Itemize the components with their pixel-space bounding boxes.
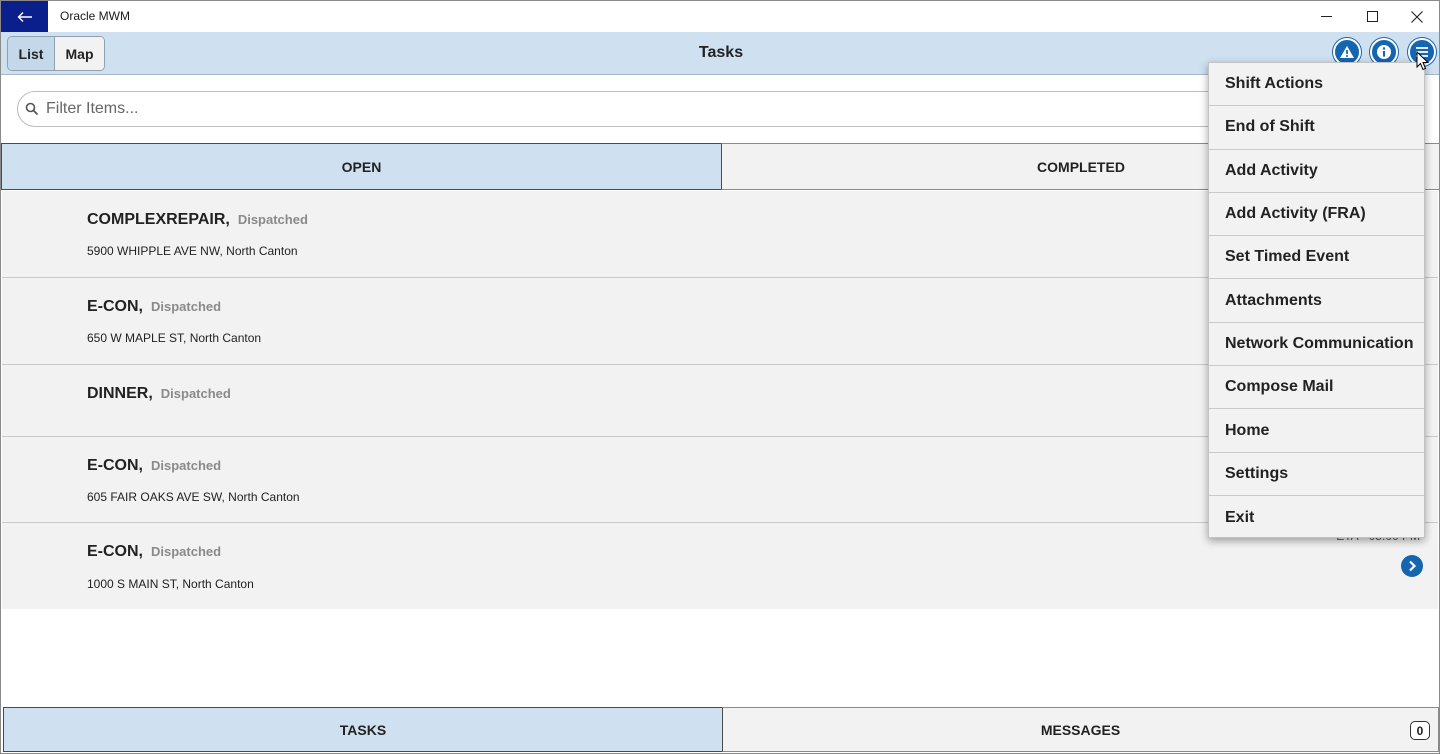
app-window: Oracle MWM List Map Tasks Filter Items..… [0, 0, 1440, 754]
title-bar: Oracle MWM [1, 1, 1439, 32]
task-name: E-CON, [87, 543, 143, 560]
menu-item-attachments[interactable]: Attachments [1209, 279, 1424, 323]
menu-item-add-activity[interactable]: Add Activity [1209, 150, 1424, 193]
task-details-button[interactable] [1401, 555, 1423, 577]
close-button[interactable] [1394, 1, 1439, 32]
chevron-right-icon [1409, 560, 1417, 572]
task-name: DINNER, [87, 385, 153, 402]
maximize-icon [1366, 11, 1378, 22]
warning-icon [1340, 46, 1354, 58]
messages-label: MESSAGES [1040, 721, 1121, 738]
task-name: E-CON, [87, 298, 143, 315]
arrow-left-icon [17, 11, 32, 22]
minimize-button[interactable] [1303, 1, 1349, 32]
task-status: Dispatched [151, 544, 222, 559]
menu-item-exit[interactable]: Exit [1209, 496, 1424, 539]
task-title: DINNER, Dispatched [87, 385, 231, 403]
task-address: 5900 WHIPPLE AVE NW, North Canton [87, 244, 298, 258]
menu-item-settings[interactable]: Settings [1209, 453, 1424, 496]
minimize-icon [1320, 16, 1332, 17]
tab-open[interactable]: OPEN [1, 143, 722, 190]
task-status: Dispatched [151, 458, 222, 473]
actions-menu: Shift Actions End of Shift Add Activity … [1208, 62, 1425, 538]
bottom-tab-tasks[interactable]: TASKS [3, 707, 723, 752]
back-button[interactable] [1, 1, 48, 32]
menu-item-end-of-shift[interactable]: End of Shift [1209, 106, 1424, 150]
task-title: E-CON, Dispatched [87, 457, 221, 475]
menu-item-set-timed-event[interactable]: Set Timed Event [1209, 236, 1424, 280]
bottom-tab-messages[interactable]: MESSAGES 0 [722, 707, 1439, 752]
task-title: E-CON, Dispatched [87, 543, 221, 561]
task-address: 1000 S MAIN ST, North Canton [87, 577, 254, 591]
filter-input[interactable] [46, 92, 1346, 126]
message-count-badge: 0 [1410, 721, 1430, 740]
menu-item-add-activity-fra[interactable]: Add Activity (FRA) [1209, 193, 1424, 237]
task-status: Dispatched [151, 299, 222, 314]
task-name: E-CON, [87, 457, 143, 474]
menu-item-shift-actions[interactable]: Shift Actions [1209, 63, 1424, 107]
filter-bar [17, 91, 1397, 127]
maximize-button[interactable] [1349, 1, 1395, 32]
menu-item-network-communication[interactable]: Network Communication [1209, 323, 1424, 367]
task-name: COMPLEXREPAIR, [87, 211, 230, 228]
close-icon [1411, 10, 1423, 23]
window-title: Oracle MWM [60, 9, 130, 23]
info-icon [1377, 45, 1391, 59]
menu-item-compose-mail[interactable]: Compose Mail [1209, 366, 1424, 410]
task-title: COMPLEXREPAIR, Dispatched [87, 211, 308, 229]
mouse-cursor-icon [1416, 51, 1430, 71]
task-status: Dispatched [160, 386, 231, 401]
menu-item-home[interactable]: Home [1209, 409, 1424, 453]
search-icon [25, 102, 39, 116]
task-title: E-CON, Dispatched [87, 298, 221, 316]
task-status: Dispatched [237, 212, 308, 227]
task-address: 605 FAIR OAKS AVE SW, North Canton [87, 490, 300, 504]
page-title: Tasks [698, 44, 744, 61]
task-address: 650 W MAPLE ST, North Canton [87, 331, 262, 345]
